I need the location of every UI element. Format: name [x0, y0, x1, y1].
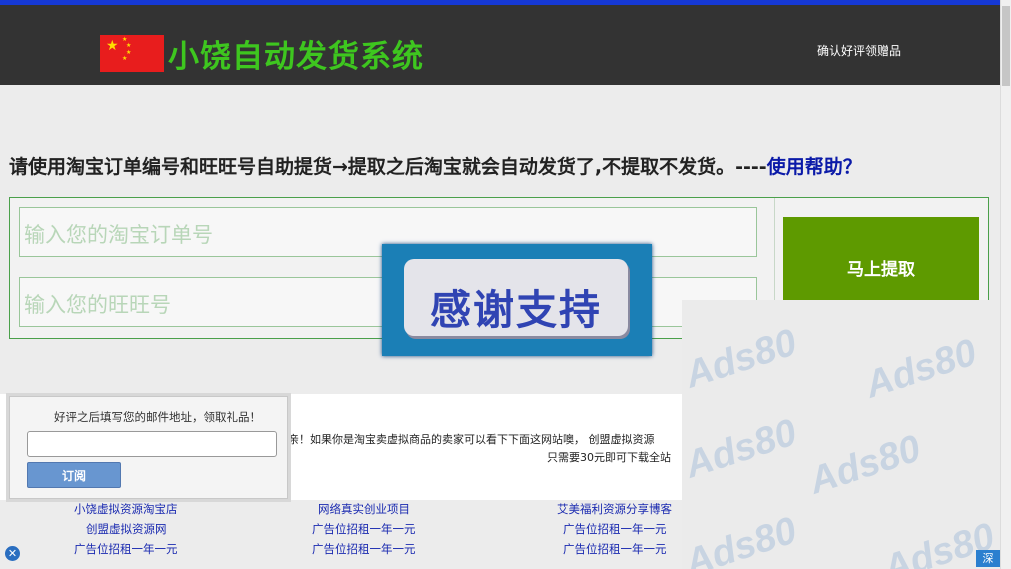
promo-text-line1: 亲！如果你是淘宝卖虚拟商品的卖家可以看下下面这网站噢， 创盟虚拟资源 [288, 433, 655, 446]
instruction-notice: 请使用淘宝订单编号和旺旺号自助提货→提取之后淘宝就会自动发货了,不提取不发货。-… [9, 152, 862, 179]
china-flag-icon: ★ ★ ★ ★ ★ [100, 35, 164, 72]
thanks-plate: 感谢支持 [404, 259, 628, 336]
close-icon[interactable]: ✕ [5, 546, 20, 561]
link-item[interactable]: 小饶虚拟资源淘宝店 [74, 501, 178, 517]
link-item[interactable]: 广告位招租一年一元 [563, 541, 667, 557]
email-subscribe-box: 好评之后填写您的邮件地址，领取礼品！ 订阅 [9, 396, 288, 499]
thanks-banner: 感谢支持 [382, 244, 652, 356]
link-item[interactable]: 广告位招租一年一元 [312, 521, 416, 537]
ad-watermark: Ads80 [804, 427, 926, 503]
link-item[interactable]: 广告位招租一年一元 [312, 541, 416, 557]
email-input[interactable] [27, 431, 277, 457]
ad-watermark: Ads80 [860, 331, 982, 407]
link-item[interactable]: 艾美福利资源分享博客 [557, 501, 672, 517]
link-item[interactable]: 广告位招租一年一元 [563, 521, 667, 537]
ad-watermark: Ads80 [682, 411, 802, 487]
promo-text-line2: 只需要30元即可下载全站 [547, 451, 671, 464]
subscribe-label: 好评之后填写您的邮件地址，领取礼品！ [54, 410, 261, 424]
floating-ad-panel[interactable]: Ads80 Ads80 Ads80 Ads80 Ads80 Ads80 深 [682, 300, 1000, 569]
help-link[interactable]: 使用帮助？ [767, 156, 862, 178]
link-item[interactable]: 网络真实创业项目 [318, 501, 410, 517]
subscribe-button[interactable]: 订阅 [27, 462, 121, 488]
ad-badge[interactable]: 深 [976, 550, 1000, 567]
instruction-text: 请使用淘宝订单编号和旺旺号自助提货→提取之后淘宝就会自动发货了,不提取不发货。-… [9, 156, 767, 178]
ad-watermark: Ads80 [682, 321, 802, 397]
site-title: 小饶自动发货系统 [168, 39, 424, 75]
site-header: ★ ★ ★ ★ ★ 小饶自动发货系统 确认好评领赠品 [0, 5, 1000, 85]
ad-watermark: Ads80 [682, 509, 802, 569]
thanks-text: 感谢支持 [430, 286, 602, 334]
link-item[interactable]: 创盟虚拟资源网 [86, 521, 167, 537]
confirm-review-gift-link[interactable]: 确认好评领赠品 [817, 42, 901, 59]
vertical-scrollbar[interactable] [1000, 0, 1011, 569]
scrollbar-thumb[interactable] [1002, 6, 1010, 86]
link-item[interactable]: 广告位招租一年一元 [74, 541, 178, 557]
